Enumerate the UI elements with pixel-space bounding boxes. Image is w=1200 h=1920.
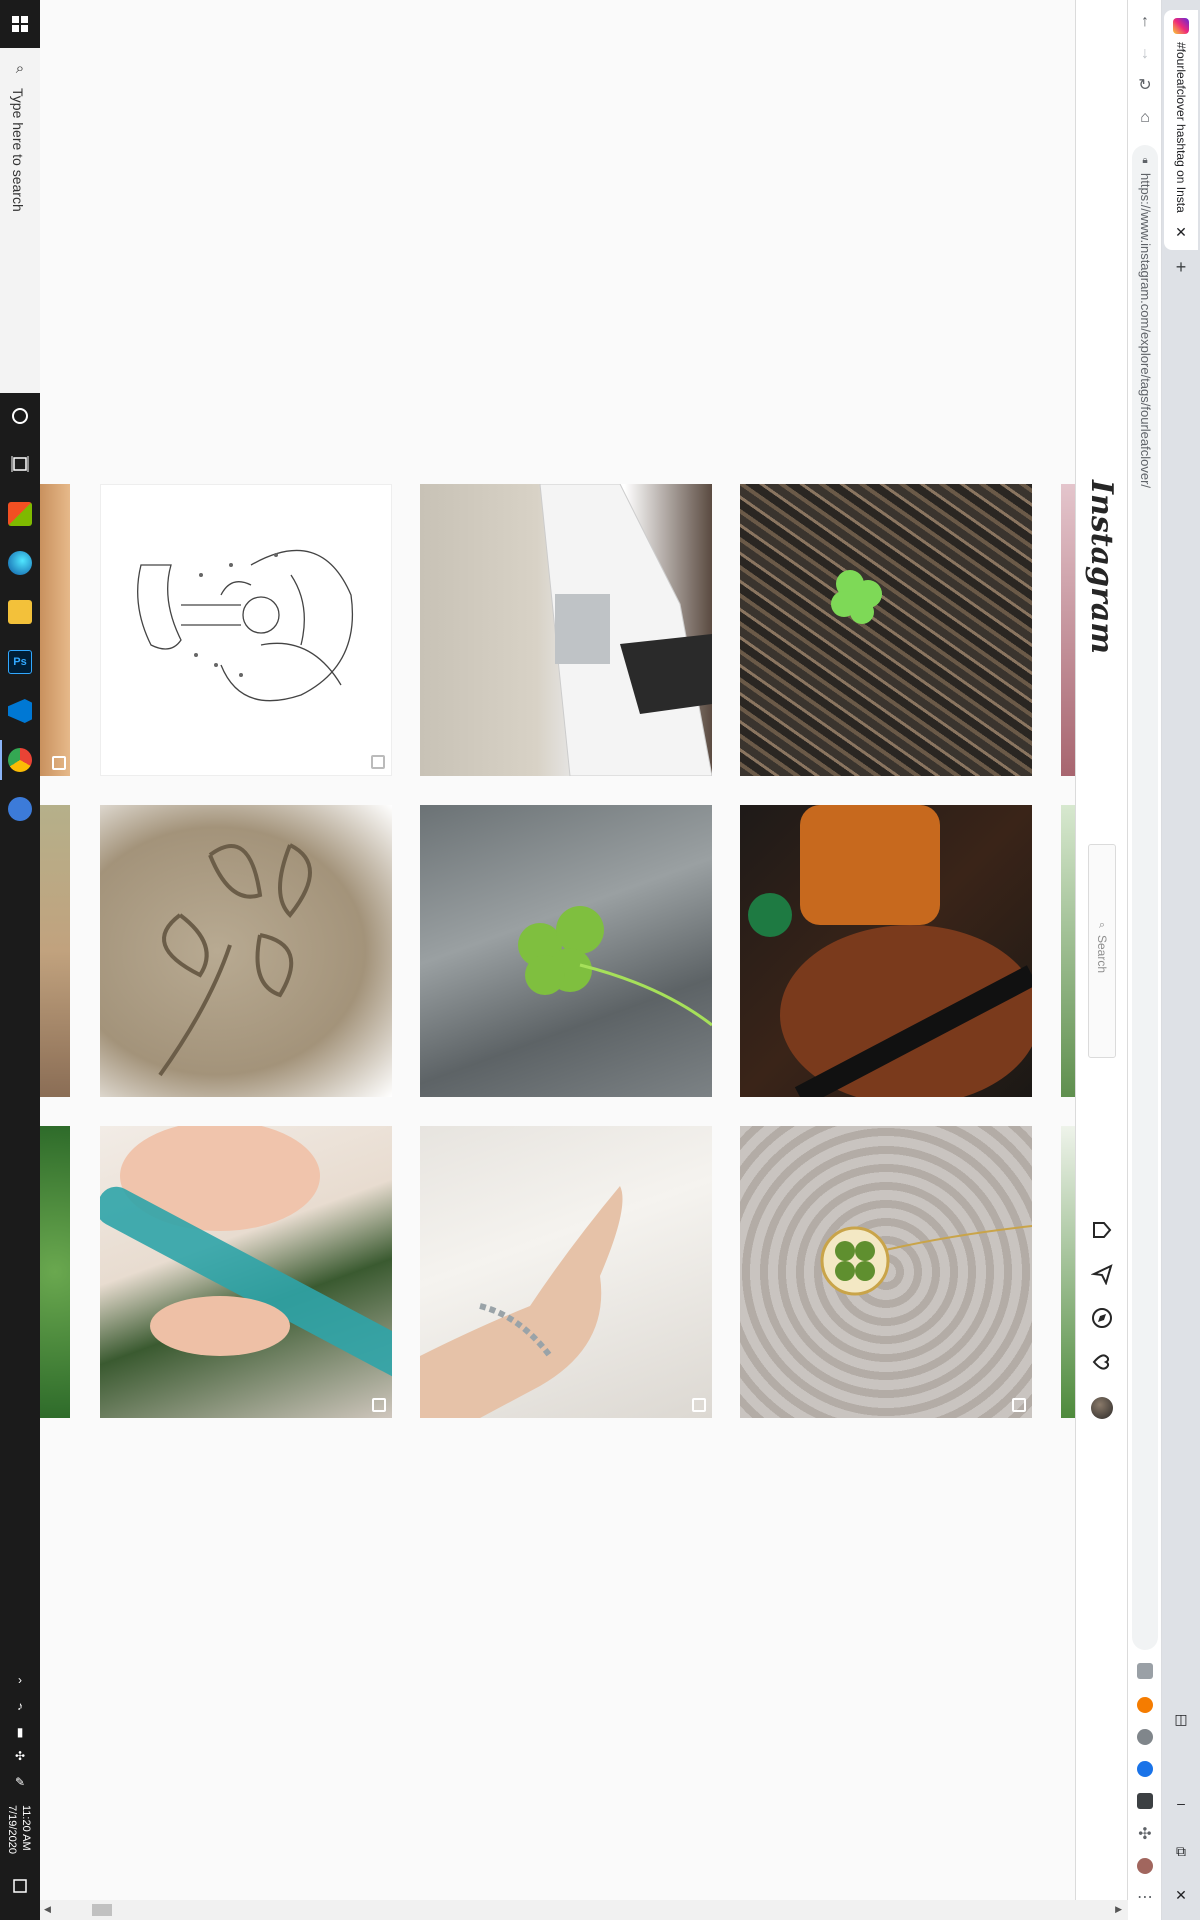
- browser-profile-avatar[interactable]: [1137, 1858, 1153, 1874]
- lock-icon: 🔒︎: [1142, 155, 1148, 166]
- gallery-badge-icon: [371, 755, 385, 769]
- minimize-icon[interactable]: –: [1170, 1792, 1192, 1814]
- sneaker-shape: [539, 484, 712, 776]
- partial-post-right-2[interactable]: [1061, 805, 1075, 1097]
- clock-date: 7/19/2020: [6, 1805, 18, 1854]
- edge-icon[interactable]: [8, 551, 32, 575]
- horizontal-scrollbar[interactable]: ◀ ▶: [40, 1900, 1128, 1920]
- new-tab-button[interactable]: +: [1172, 258, 1190, 276]
- chrome-icon[interactable]: [8, 748, 32, 772]
- browser-tab-active[interactable]: #fourleafclover hashtag on Insta ✕: [1164, 10, 1198, 250]
- photoshop-icon[interactable]: Ps: [8, 650, 32, 674]
- extensions-puzzle-icon[interactable]: ✣: [1133, 1823, 1157, 1847]
- address-bar[interactable]: 🔒︎ https://www.instagram.com/explore/tag…: [1132, 145, 1158, 1650]
- show-hidden-icons-chevron-icon[interactable]: ›: [10, 1670, 30, 1690]
- battery-icon[interactable]: ▮: [10, 1722, 30, 1742]
- cortana-icon[interactable]: [0, 396, 40, 436]
- profile-avatar[interactable]: [1091, 1397, 1113, 1419]
- home-icon[interactable]: ⌂: [1133, 106, 1157, 130]
- scrollbar-thumb[interactable]: [92, 1904, 112, 1916]
- browser-toolbar: ↑ ↓ ↻ ⌂ 🔒︎ https://www.instagram.com/exp…: [1128, 0, 1162, 1920]
- gallery-badge-icon: [372, 1398, 386, 1412]
- taskbar-search-box[interactable]: ⌕ Type here to search: [0, 48, 41, 393]
- clover-water-post[interactable]: [420, 805, 712, 1097]
- activity-icon[interactable]: [1089, 1351, 1115, 1377]
- instagram-explore-grid: [40, 0, 1075, 1900]
- violin-tea-scene: [748, 805, 1032, 1097]
- search-icon: ⌕: [15, 60, 25, 77]
- extension-grey-icon[interactable]: [1137, 1729, 1153, 1745]
- home-icon[interactable]: [1089, 1219, 1115, 1245]
- task-view-icon[interactable]: [0, 444, 40, 484]
- back-icon[interactable]: ↑: [1133, 10, 1157, 34]
- explore-icon[interactable]: [1089, 1307, 1115, 1333]
- settings-icon[interactable]: [8, 797, 32, 821]
- resin-tube: [100, 1126, 392, 1379]
- network-icon[interactable]: ✣: [10, 1746, 30, 1766]
- instagram-logo[interactable]: Instagram: [1084, 480, 1119, 654]
- floating-clover: [518, 906, 712, 1027]
- partial-post-right-3[interactable]: [1061, 1126, 1075, 1418]
- hand-with-bracelet: [420, 1186, 623, 1418]
- clover-sprout: [831, 570, 882, 624]
- scroll-left-arrow-icon[interactable]: ◀: [44, 1904, 51, 1915]
- bracelet-hand-post[interactable]: [420, 1126, 712, 1418]
- extension-orange-icon[interactable]: [1137, 1697, 1153, 1713]
- partial-post-right-1[interactable]: [1061, 484, 1075, 776]
- gallery-badge-icon: [52, 756, 66, 770]
- screen: ⌕ Type here to search Ps › ♪ ▮ ✣ ✎ 11:20…: [0, 0, 1200, 1920]
- partial-left-badge-holder: [40, 484, 70, 776]
- search-placeholder: Search: [1095, 935, 1109, 974]
- partial-post-left-3[interactable]: [40, 1126, 70, 1418]
- clover-pendant: [820, 1225, 1032, 1296]
- volume-icon[interactable]: ♪: [10, 1696, 30, 1716]
- violin-tea-post[interactable]: [740, 805, 1032, 1097]
- instagram-nav: Instagram ⌕ Search: [1075, 0, 1128, 1900]
- resin-tube-post[interactable]: [100, 1126, 392, 1418]
- scroll-right-arrow-icon[interactable]: ▶: [1115, 1904, 1122, 1915]
- reload-icon[interactable]: ↻: [1133, 74, 1157, 98]
- sketch-drawing-post[interactable]: [100, 484, 392, 776]
- direct-icon[interactable]: [1089, 1263, 1115, 1289]
- taskbar-clock[interactable]: 11:20 AM 7/19/2020: [4, 1805, 36, 1875]
- tab-search-icon[interactable]: ◫: [1170, 1708, 1192, 1730]
- vscode-icon[interactable]: [8, 699, 32, 723]
- file-explorer-icon[interactable]: [8, 600, 32, 624]
- close-window-icon[interactable]: ✕: [1170, 1884, 1192, 1906]
- clock-time: 11:20 AM: [20, 1805, 32, 1851]
- tab-close-icon[interactable]: ✕: [1173, 224, 1189, 240]
- gallery-badge-icon: [1012, 1398, 1026, 1412]
- extension-g-icon[interactable]: [1137, 1663, 1153, 1679]
- sneaker-anklet-post[interactable]: [420, 484, 712, 776]
- restore-icon[interactable]: ⧉: [1170, 1840, 1192, 1862]
- notification-center-icon[interactable]: [0, 1866, 40, 1906]
- sand-clover-post[interactable]: [100, 805, 392, 1097]
- microsoft-store-icon[interactable]: [8, 502, 32, 526]
- active-app-indicator: [0, 740, 2, 780]
- instagram-favicon-icon: [1173, 18, 1189, 34]
- browser-chrome: ↑ ↓ ↻ ⌂ 🔒︎ https://www.instagram.com/exp…: [1128, 0, 1200, 1920]
- instagram-search-input[interactable]: ⌕ Search: [1088, 844, 1116, 1058]
- extension-dark-icon[interactable]: [1137, 1793, 1153, 1809]
- pen-workspace-icon[interactable]: ✎: [10, 1772, 30, 1792]
- url-text: https://www.instagram.com/explore/tags/f…: [1138, 173, 1153, 489]
- gallery-badge-icon: [692, 1398, 706, 1412]
- taskbar-search-placeholder: Type here to search: [10, 88, 26, 212]
- extension-blue-icon[interactable]: [1137, 1761, 1153, 1777]
- clover-necklace-post[interactable]: [740, 1126, 1032, 1418]
- tab-title: #fourleafclover hashtag on Insta: [1174, 42, 1188, 213]
- windows-start-icon[interactable]: [0, 4, 40, 44]
- browser-menu-icon[interactable]: ⋯: [1133, 1886, 1157, 1910]
- clover-mulch-post[interactable]: [740, 484, 1032, 776]
- sketch-illustration: [137, 549, 354, 702]
- tab-strip: #fourleafclover hashtag on Insta ✕ + ◫ –…: [1162, 0, 1200, 1920]
- search-icon: ⌕: [1098, 919, 1106, 931]
- partial-post-left-2[interactable]: [40, 805, 70, 1097]
- forward-icon[interactable]: ↓: [1133, 42, 1157, 66]
- sand-drawing: [158, 843, 312, 1077]
- windows-taskbar: ⌕ Type here to search Ps › ♪ ▮ ✣ ✎ 11:20…: [0, 0, 41, 1920]
